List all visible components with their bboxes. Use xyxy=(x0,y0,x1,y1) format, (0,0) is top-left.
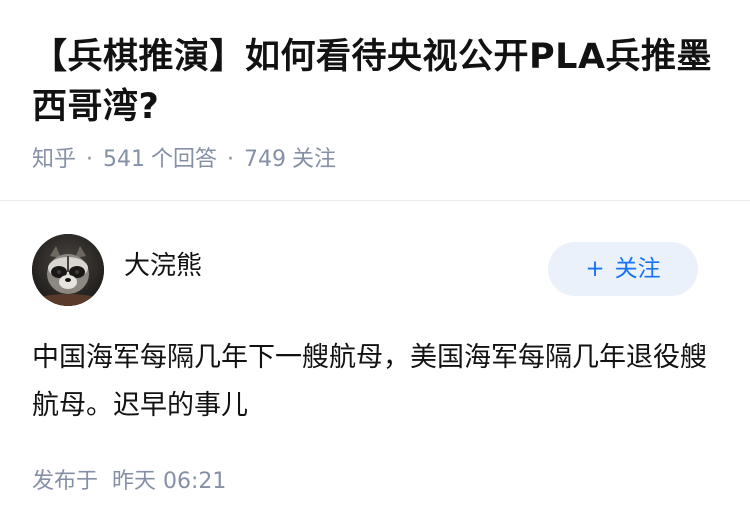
plus-icon: + xyxy=(585,256,605,282)
question-title[interactable]: 【兵棋推演】如何看待央视公开PLA兵推墨西哥湾? xyxy=(32,32,722,132)
publish-info: 发布于 昨天 06:21 xyxy=(32,464,226,500)
avatar[interactable] xyxy=(32,234,104,306)
divider xyxy=(0,200,750,201)
answer-content[interactable]: 中国海军每隔几年下一艘航母，美国海军每隔几年退役艘航母。迟早的事儿 xyxy=(32,334,722,430)
question-meta: 知乎 · 541 个回答 · 749 关注 xyxy=(32,142,336,178)
follow-button[interactable]: + 关注 xyxy=(548,242,698,296)
follower-count: 749 xyxy=(244,147,287,172)
raccoon-avatar-icon xyxy=(32,234,104,306)
separator-dot: · xyxy=(86,147,94,172)
follower-count-label: 关注 xyxy=(292,147,337,172)
follow-button-label: 关注 xyxy=(614,256,661,282)
publish-label: 发布于 xyxy=(32,469,99,494)
author-name[interactable]: 大浣熊 xyxy=(124,248,202,284)
question-header: 【兵棋推演】如何看待央视公开PLA兵推墨西哥湾? xyxy=(32,32,722,132)
publish-time: 昨天 06:21 xyxy=(112,469,227,494)
separator-dot: · xyxy=(227,147,235,172)
author-row: 大浣熊 + 关注 xyxy=(32,234,718,306)
answer-count-label: 个回答 xyxy=(151,147,218,172)
answer-count: 541 xyxy=(103,147,146,172)
source-label[interactable]: 知乎 xyxy=(32,147,76,172)
